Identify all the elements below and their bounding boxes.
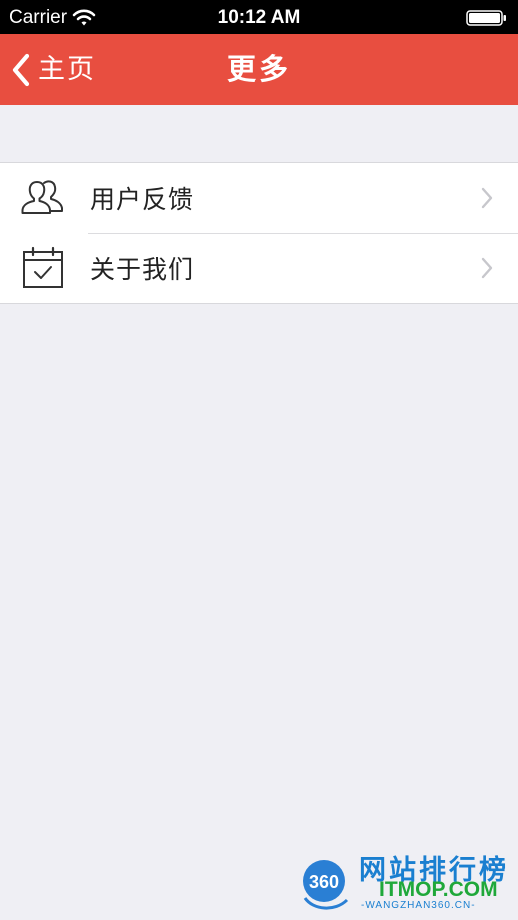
list-item-feedback[interactable]: 用户反馈 xyxy=(0,163,518,233)
status-time: 10:12 AM xyxy=(217,7,301,28)
list-item-about[interactable]: 关于我们 xyxy=(0,233,518,303)
watermark-logo: 360 网站排行榜 ITMOP.COM -WANGZHAN360.CN- xyxy=(297,856,512,916)
users-icon xyxy=(20,175,66,221)
status-bar: Carrier 10:12 AM xyxy=(0,0,518,34)
chevron-right-icon xyxy=(481,187,493,209)
chevron-right-icon xyxy=(481,257,493,279)
settings-list: 用户反馈 关于我们 xyxy=(0,162,518,304)
screen: Carrier 10:12 AM 主页 更多 用户反馈 关于我们 360 网站排… xyxy=(0,0,518,920)
list-item-label: 关于我们 xyxy=(90,255,195,284)
watermark-badge: 360 xyxy=(303,860,349,910)
list-item-label: 用户反馈 xyxy=(90,185,195,214)
calendar-check-icon xyxy=(20,245,66,291)
watermark-domain: ITMOP.COM xyxy=(379,878,498,901)
watermark-badge-text: 360 xyxy=(309,872,339,892)
watermark-subtext: -WANGZHAN360.CN- xyxy=(361,900,476,911)
battery-icon xyxy=(466,10,506,26)
navigation-bar: 主页 更多 xyxy=(0,34,518,105)
page-title: 更多 xyxy=(226,52,291,86)
